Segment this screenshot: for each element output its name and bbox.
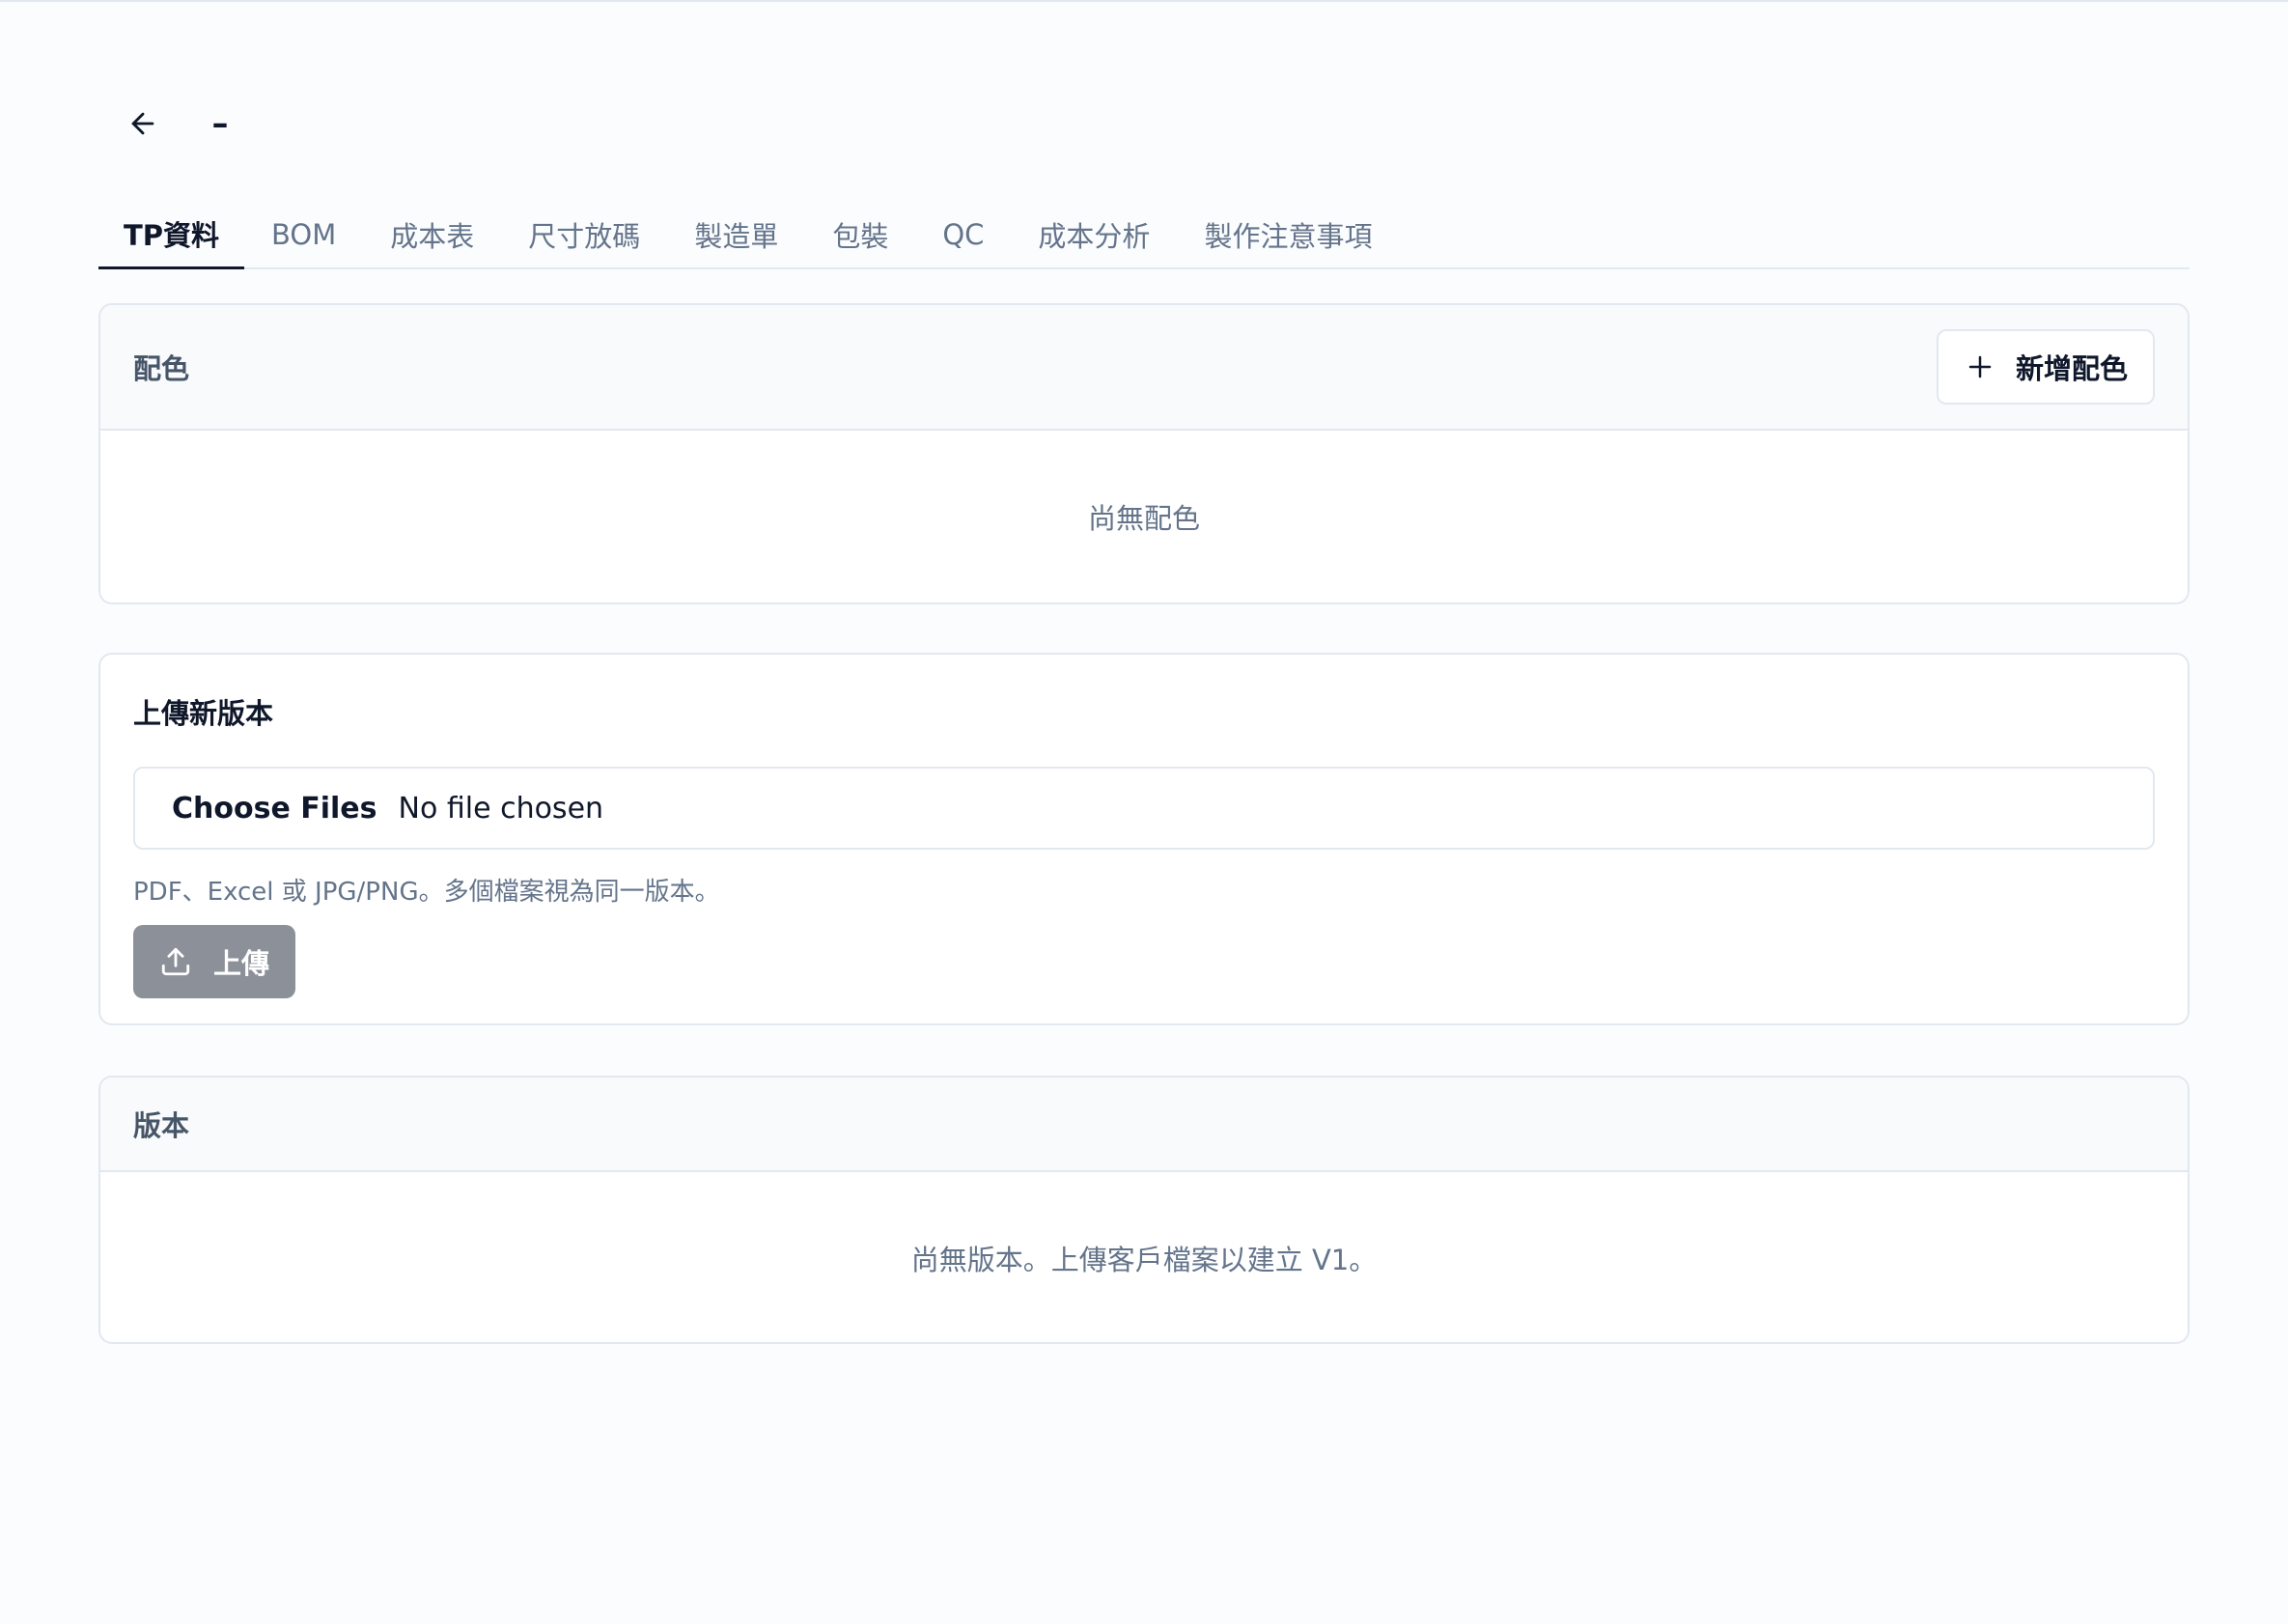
topbar: – [124, 101, 239, 146]
tab-size-grading[interactable]: 尺寸放碼 [501, 200, 667, 269]
tab-qc[interactable]: QC [915, 200, 1011, 269]
tab-label: 成本分析 [1038, 220, 1151, 253]
versions-title: 版本 [133, 1109, 190, 1142]
upload-button[interactable]: 上傳 [133, 925, 295, 998]
colors-empty-state: 尚無配色 [100, 431, 2188, 602]
page-title: – [201, 104, 239, 143]
upload-hint: PDF、Excel 或 JPG/PNG。多個檔案視為同一版本。 [133, 877, 720, 907]
tab-label: QC [942, 218, 985, 251]
colors-title: 配色 [133, 352, 190, 385]
tab-label: 成本表 [390, 220, 475, 253]
file-input[interactable]: Choose Files No file chosen [133, 767, 2155, 850]
upload-icon [161, 947, 190, 976]
tab-bom[interactable]: BOM [244, 200, 363, 269]
versions-card-header: 版本 [100, 1078, 2188, 1172]
file-status-text: No file chosen [398, 791, 604, 826]
versions-empty-text: 尚無版本。上傳客戶檔案以建立 V1。 [910, 1244, 1378, 1276]
tab-production-notes[interactable]: 製作注意事項 [1177, 200, 1399, 269]
upload-card: 上傳新版本 Choose Files No file chosen PDF、Ex… [98, 653, 2190, 1025]
tab-label: BOM [271, 218, 337, 251]
tab-label: 尺寸放碼 [528, 220, 641, 253]
tab-manufacturing-order[interactable]: 製造單 [667, 200, 805, 269]
tab-bar: TP資料 BOM 成本表 尺寸放碼 製造單 包裝 QC 成本分析 製作注意事項 [98, 200, 2190, 269]
add-color-button[interactable]: 新增配色 [1936, 329, 2155, 405]
arrow-left-icon [131, 112, 154, 135]
versions-card: 版本 尚無版本。上傳客戶檔案以建立 V1。 [98, 1076, 2190, 1344]
upload-title: 上傳新版本 [133, 697, 274, 730]
colors-card: 配色 新增配色 尚無配色 [98, 303, 2190, 604]
colors-empty-text: 尚無配色 [1087, 502, 1200, 535]
choose-files-button[interactable]: Choose Files [172, 792, 377, 826]
colors-card-header: 配色 新增配色 [100, 305, 2188, 431]
tab-label: 製造單 [694, 220, 779, 253]
tab-label: 製作注意事項 [1204, 220, 1373, 253]
upload-button-label: 上傳 [212, 947, 269, 980]
page-title-text: – [211, 104, 229, 143]
tab-label: 包裝 [832, 220, 889, 253]
back-button[interactable] [124, 104, 162, 143]
add-color-label: 新增配色 [2015, 352, 2128, 385]
versions-empty-state: 尚無版本。上傳客戶檔案以建立 V1。 [100, 1172, 2188, 1342]
plus-icon [1968, 355, 1992, 378]
tab-cost-sheet[interactable]: 成本表 [363, 200, 501, 269]
tab-label: TP資料 [124, 218, 220, 252]
tab-packaging[interactable]: 包裝 [805, 200, 915, 269]
tab-tp-data[interactable]: TP資料 [98, 200, 245, 269]
tab-cost-analysis[interactable]: 成本分析 [1011, 200, 1177, 269]
